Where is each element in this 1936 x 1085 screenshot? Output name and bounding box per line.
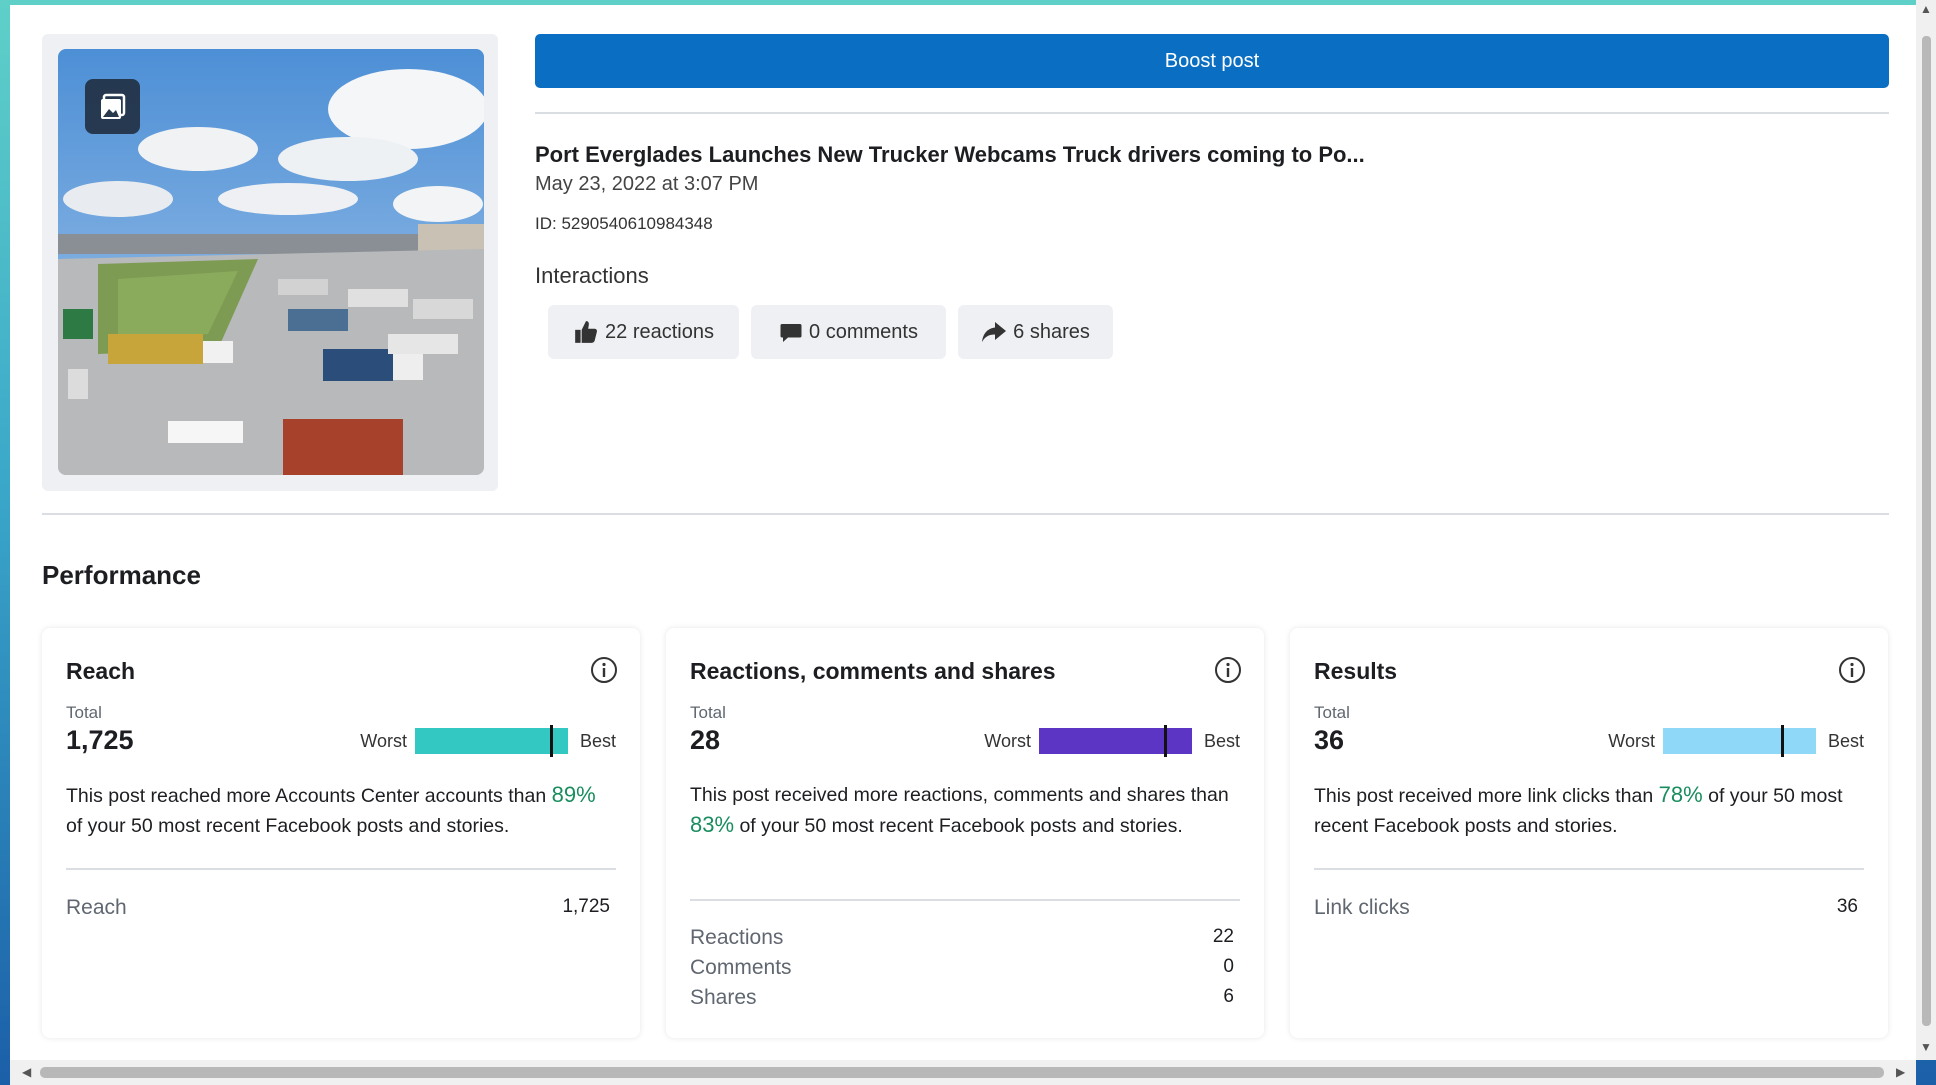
desc-text: This post received more link clicks than — [1314, 785, 1659, 807]
desc-text: This post received more reactions, comme… — [690, 784, 1229, 806]
share-icon — [982, 322, 1007, 342]
worst-label: Worst — [1608, 730, 1655, 751]
worst-label: Worst — [360, 730, 407, 751]
percentile: 78% — [1658, 782, 1703, 807]
gauge-fill — [1662, 728, 1816, 754]
scroll-up-icon[interactable]: ▲ — [1920, 2, 1932, 16]
gauge-bar — [414, 725, 568, 757]
metric-value: 6 — [1223, 986, 1234, 1007]
reactions-count: 22 reactions — [605, 320, 714, 343]
worst-label: Worst — [984, 730, 1031, 751]
metric-row: Comments 0 — [690, 956, 1234, 980]
gauge-bar — [1662, 725, 1816, 757]
comment-icon — [780, 324, 802, 342]
gauge-marker — [549, 725, 553, 757]
info-icon[interactable] — [590, 656, 618, 684]
shares-count: 6 shares — [1013, 320, 1090, 343]
best-label: Best — [579, 730, 616, 751]
performance-gauge: Worst Best — [360, 725, 616, 757]
scroll-left-icon[interactable]: ◀ — [22, 1065, 31, 1079]
desc-text: of your 50 most recent Facebook posts an… — [66, 815, 510, 837]
metric-row: Reactions 22 — [690, 926, 1234, 950]
desc-text: This post reached more Accounts Center a… — [66, 785, 552, 807]
divider — [690, 899, 1240, 901]
thumbs-up-icon — [575, 321, 597, 343]
gauge-fill — [1038, 728, 1192, 754]
shares-chip[interactable]: 6 shares — [958, 305, 1113, 359]
metric-value: 36 — [1836, 896, 1858, 917]
total-label: Total — [690, 703, 726, 722]
post-date: May 23, 2022 at 3:07 PM — [535, 173, 759, 195]
metric-name: Reach — [66, 896, 127, 919]
reactions-chip[interactable]: 22 reactions — [548, 305, 739, 359]
engagement-card: Reactions, comments and shares Total 28 … — [666, 628, 1264, 1038]
metric-value: 0 — [1223, 956, 1234, 977]
card-description: This post received more link clicks than… — [1314, 780, 1864, 841]
divider — [1314, 868, 1864, 870]
desc-text: of your 50 most recent Facebook posts an… — [734, 815, 1183, 837]
post-thumbnail[interactable] — [58, 49, 484, 475]
scroll-down-icon[interactable]: ▼ — [1920, 1040, 1932, 1054]
gauge-bar — [1038, 725, 1192, 757]
comments-chip[interactable]: 0 comments — [751, 305, 946, 359]
gauge-marker — [1780, 725, 1784, 757]
metric-row: Shares 6 — [690, 986, 1234, 1010]
metric-name: Shares — [690, 986, 757, 1009]
image-icon — [85, 79, 140, 134]
performance-heading: Performance — [42, 560, 201, 590]
interactions-heading: Interactions — [535, 263, 649, 288]
info-icon[interactable] — [1838, 656, 1866, 684]
total-value: 36 — [1314, 725, 1345, 755]
percentile: 89% — [551, 782, 596, 807]
total-value: 28 — [690, 725, 721, 755]
horizontal-scrollbar-thumb[interactable] — [40, 1067, 1884, 1078]
metric-row: Reach 1,725 — [66, 896, 610, 920]
horizontal-scrollbar[interactable]: ◀ ▶ — [10, 1060, 1916, 1085]
performance-gauge: Worst Best — [1608, 725, 1864, 757]
card-description: This post reached more Accounts Center a… — [66, 780, 616, 841]
card-title: Reach — [66, 658, 136, 684]
metric-name: Reactions — [690, 926, 784, 949]
post-insights-panel: Boost post Port Everglades Launches New … — [10, 5, 1916, 1060]
post-title[interactable]: Port Everglades Launches New Trucker Web… — [535, 142, 1365, 168]
gauge-fill — [414, 728, 568, 754]
metric-value: 1,725 — [562, 896, 610, 917]
total-label: Total — [66, 703, 102, 722]
comments-count: 0 comments — [809, 320, 918, 343]
reach-card: Reach Total 1,725 Worst Best This post r… — [42, 628, 640, 1038]
post-id: ID: 5290540610984348 — [535, 214, 713, 233]
divider — [535, 112, 1889, 114]
vertical-scrollbar[interactable]: ▲ ▼ — [1916, 0, 1936, 1060]
vertical-scrollbar-thumb[interactable] — [1922, 36, 1931, 1026]
total-label: Total — [1314, 703, 1350, 722]
best-label: Best — [1203, 730, 1240, 751]
best-label: Best — [1827, 730, 1864, 751]
card-description: This post received more reactions, comme… — [690, 780, 1240, 841]
scroll-right-icon[interactable]: ▶ — [1896, 1065, 1905, 1079]
performance-gauge: Worst Best — [984, 725, 1240, 757]
percentile: 83% — [690, 812, 735, 837]
gauge-marker — [1164, 725, 1168, 757]
metric-name: Link clicks — [1314, 896, 1410, 919]
metric-row: Link clicks 36 — [1314, 896, 1858, 920]
metric-name: Comments — [690, 956, 792, 979]
post-thumbnail-frame — [42, 34, 498, 491]
divider — [42, 513, 1889, 515]
results-card: Results Total 36 Worst Best This post re… — [1290, 628, 1888, 1038]
info-icon[interactable] — [1214, 656, 1242, 684]
divider — [66, 868, 616, 870]
card-title: Results — [1314, 658, 1398, 684]
total-value: 1,725 — [66, 725, 134, 755]
metric-value: 22 — [1212, 926, 1234, 947]
boost-post-button[interactable]: Boost post — [535, 34, 1889, 88]
card-title: Reactions, comments and shares — [690, 658, 1056, 684]
